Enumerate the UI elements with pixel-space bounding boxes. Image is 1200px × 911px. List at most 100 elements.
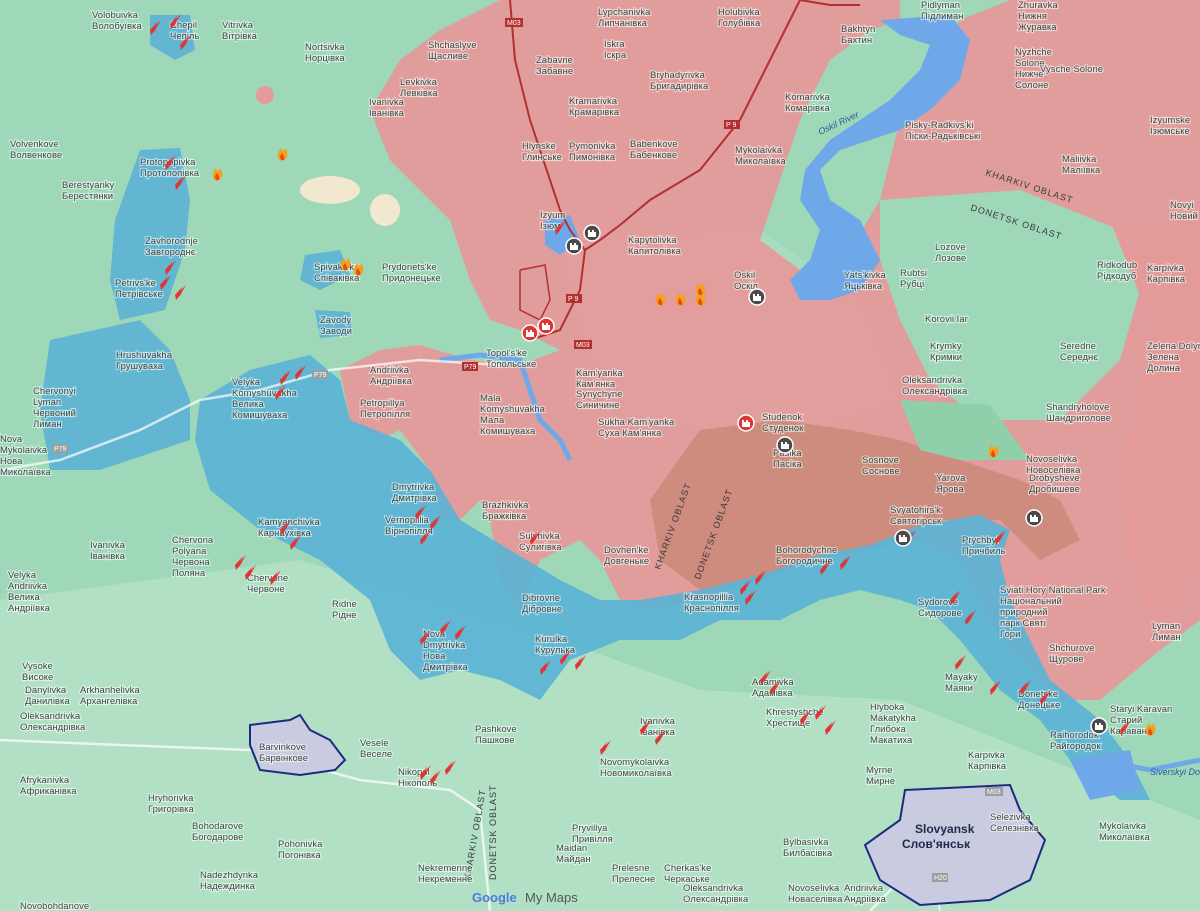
fortification-marker-icon[interactable] bbox=[894, 529, 912, 547]
city-label[interactable]: Spivakivka Співаківка bbox=[313, 261, 361, 285]
fortification-marker-icon[interactable] bbox=[1090, 717, 1108, 735]
city-label[interactable]: Mykolaivka Миколаївка bbox=[1098, 820, 1152, 844]
city-label[interactable]: Vysoke Високе bbox=[21, 660, 55, 684]
city-label[interactable]: Pohonivka Погонівка bbox=[277, 838, 324, 862]
city-label[interactable]: Hryhorivka Григорівка bbox=[147, 792, 196, 816]
city-label[interactable]: Vesele Веселе bbox=[359, 737, 393, 761]
city-label[interactable]: Iskra Іскра bbox=[603, 38, 628, 62]
city-label[interactable]: Lyman Лиман bbox=[1151, 620, 1182, 644]
hq-marker-icon[interactable] bbox=[737, 414, 755, 432]
city-label[interactable]: Novomykolaivka Новомиколаївка bbox=[599, 756, 674, 780]
city-label[interactable]: Seredne Середнє bbox=[1059, 340, 1099, 364]
city-label[interactable]: Novyi Новий bbox=[1169, 199, 1199, 223]
city-label[interactable]: Afrykanivka Африканівка bbox=[19, 774, 78, 798]
city-label[interactable]: Prydonets'ke Придонецьке bbox=[381, 261, 442, 285]
city-label[interactable]: Vysche Solone bbox=[1039, 63, 1104, 76]
city-label[interactable]: Zabavne Забавне bbox=[535, 54, 574, 78]
city-label[interactable]: Cherkas'ke Черкаське bbox=[663, 862, 712, 886]
city-label[interactable]: Volvenkove Волвенкове bbox=[9, 138, 63, 162]
city-label[interactable]: Maidan Майдан bbox=[555, 842, 592, 866]
city-label[interactable]: Pryvillya Привілля bbox=[571, 822, 614, 846]
city-label[interactable]: Pidlyman Підлиман bbox=[920, 0, 965, 23]
city-label[interactable]: Andriivka Андріївка bbox=[369, 364, 414, 388]
city-label[interactable]: Ridkodub Рідкодуб bbox=[1096, 259, 1138, 283]
city-label[interactable]: Ivanivka Іванівка bbox=[89, 539, 127, 563]
city-label[interactable]: Karpivka Карпівка bbox=[967, 749, 1008, 773]
city-label[interactable]: Pisky-Radkivs'ki Піски-Радьківські bbox=[904, 119, 981, 143]
city-label[interactable]: Barvinkove Барвінкове bbox=[258, 741, 309, 765]
city-label[interactable]: Sosnove Соснове bbox=[861, 454, 901, 478]
city-label[interactable]: Ridne Рідне bbox=[331, 598, 358, 622]
city-label[interactable]: Komarivka Комарівка bbox=[784, 91, 832, 115]
city-label[interactable]: Nortsivka Норцівка bbox=[304, 41, 347, 65]
city-label[interactable]: Volobuivka Волобуївка bbox=[91, 9, 144, 33]
city-label[interactable]: Oleksandrivka Олександрівка bbox=[901, 374, 969, 398]
city-label[interactable]: Nadezhdynka Надеждинка bbox=[199, 869, 260, 893]
city-label[interactable]: Zavhorodnje Завгороднє bbox=[144, 235, 199, 259]
city-label[interactable]: Andriivka Андріївка bbox=[843, 882, 888, 906]
city-label[interactable]: Levkivka Левківка bbox=[399, 76, 439, 100]
city-label[interactable]: Svyatohirs'k Святогірськ bbox=[889, 504, 943, 528]
city-label[interactable]: Mykolaivka Миколаївка bbox=[734, 144, 788, 168]
fortification-marker-icon[interactable] bbox=[565, 237, 583, 255]
city-label[interactable]: Dovhen'ke Довгеньке bbox=[603, 544, 650, 568]
city-label[interactable]: Yarova Ярова bbox=[935, 472, 967, 496]
city-label[interactable]: Bohodarove Богодарове bbox=[191, 820, 245, 844]
city-label[interactable]: Yats'kivka Яцьківка bbox=[843, 269, 888, 293]
city-label[interactable]: Maliivka Маліївка bbox=[1061, 153, 1102, 177]
city-label[interactable]: Drobysheve Дробишеве bbox=[1028, 472, 1081, 496]
city-label[interactable]: Krymky Кримки bbox=[929, 340, 963, 364]
city-label[interactable]: Petrivs'ke Петрівське bbox=[114, 277, 164, 301]
city-label[interactable]: Bryhadyrivka Бригадирівка bbox=[649, 69, 710, 93]
city-label[interactable]: Nekremenne Некременне bbox=[417, 862, 474, 886]
city-label[interactable]: Krasnopillia Краснопілля bbox=[683, 591, 740, 615]
city-label[interactable]: Dmytrivka Дмитрівка bbox=[391, 481, 439, 505]
city-label[interactable]: Vernopillia Вірнопілля bbox=[384, 514, 434, 538]
city-label[interactable]: Lozove Лозове bbox=[934, 241, 967, 265]
city-label[interactable]: Synychyne Синичине bbox=[575, 388, 624, 412]
city-label[interactable]: Karpivka Карпівка bbox=[1146, 262, 1187, 286]
city-label[interactable]: Kramarivka Крамарівка bbox=[568, 95, 621, 119]
fortification-marker-icon[interactable] bbox=[583, 224, 601, 242]
city-label[interactable]: Studenok Студенок bbox=[761, 411, 805, 435]
city-label[interactable]: Donetske Донецьке bbox=[1017, 688, 1061, 712]
city-label[interactable]: Shandryholove Шандриголове bbox=[1045, 401, 1112, 425]
city-label[interactable]: Kapytolivka Капитолівка bbox=[627, 234, 683, 258]
city-label[interactable]: Novobohdanove bbox=[19, 900, 90, 911]
city-label[interactable]: Oleksandrivka Олександрівка bbox=[682, 882, 750, 906]
city-label[interactable]: Pashkove Пашкове bbox=[474, 723, 518, 747]
city-label[interactable]: Pymonivka Пимонівка bbox=[568, 140, 617, 164]
city-label[interactable]: Brazhkivka Бражківка bbox=[481, 499, 530, 523]
city-label[interactable]: Ivanivka Іванівка bbox=[368, 96, 406, 120]
city-label[interactable]: Zavody Заводи bbox=[319, 314, 353, 338]
city-label[interactable]: Sulyhivka Сулигівка bbox=[518, 530, 563, 554]
road-shield: P 9 bbox=[566, 294, 582, 303]
city-label[interactable]: Bylbasivka Билбасівка bbox=[782, 836, 834, 860]
city-label[interactable]: Babenkove Бабенкове bbox=[629, 138, 679, 162]
city-label[interactable]: Raihorodok Райгородок bbox=[1049, 729, 1103, 753]
city-label[interactable]: Vitrivka Вітрівка bbox=[221, 19, 259, 43]
city-label[interactable]: Chervone Червоне bbox=[246, 572, 289, 596]
city-label[interactable]: Korovii Iar bbox=[924, 313, 969, 326]
city-label[interactable]: Berestyanky Берестянки bbox=[61, 179, 116, 203]
hq-marker-icon[interactable] bbox=[537, 317, 555, 335]
city-label[interactable]: Holubivka Голубівка bbox=[717, 6, 762, 30]
map-canvas[interactable]: KHARKIV OBLAST DONETSK OBLAST KHARKIV OB… bbox=[0, 0, 1200, 911]
city-label[interactable]: Arkhanhelivka Архангелівка bbox=[79, 684, 142, 708]
fortification-marker-icon[interactable] bbox=[1025, 509, 1043, 527]
city-label[interactable]: Danylivka Данилівка bbox=[24, 684, 72, 708]
city-label[interactable]: Oleksandrivka Олександрівка bbox=[19, 710, 87, 734]
city-label[interactable]: Prelesne Прелесне bbox=[611, 862, 656, 886]
city-label[interactable]: Lypchanivka Липчанівка bbox=[597, 6, 652, 30]
fortification-marker-icon[interactable] bbox=[748, 288, 766, 306]
city-label[interactable]: Izyumske Ізюмське bbox=[1149, 114, 1191, 138]
city-label[interactable]: Myrne Мирне bbox=[865, 764, 896, 788]
city-label[interactable]: Petropillya Петропілля bbox=[359, 397, 411, 421]
city-label[interactable]: Dibrovne Дібровне bbox=[521, 592, 563, 616]
major-city-label[interactable]: Slovyansk bbox=[915, 822, 975, 836]
city-label[interactable]: Novoselivka Новаселівка bbox=[787, 882, 844, 906]
fortification-marker-icon[interactable] bbox=[776, 436, 794, 454]
city-label[interactable]: Bakhtyn Бахтин bbox=[840, 23, 877, 47]
city-label[interactable]: Rubtsi Рубці bbox=[899, 267, 928, 291]
hq-marker-icon[interactable] bbox=[521, 324, 539, 342]
